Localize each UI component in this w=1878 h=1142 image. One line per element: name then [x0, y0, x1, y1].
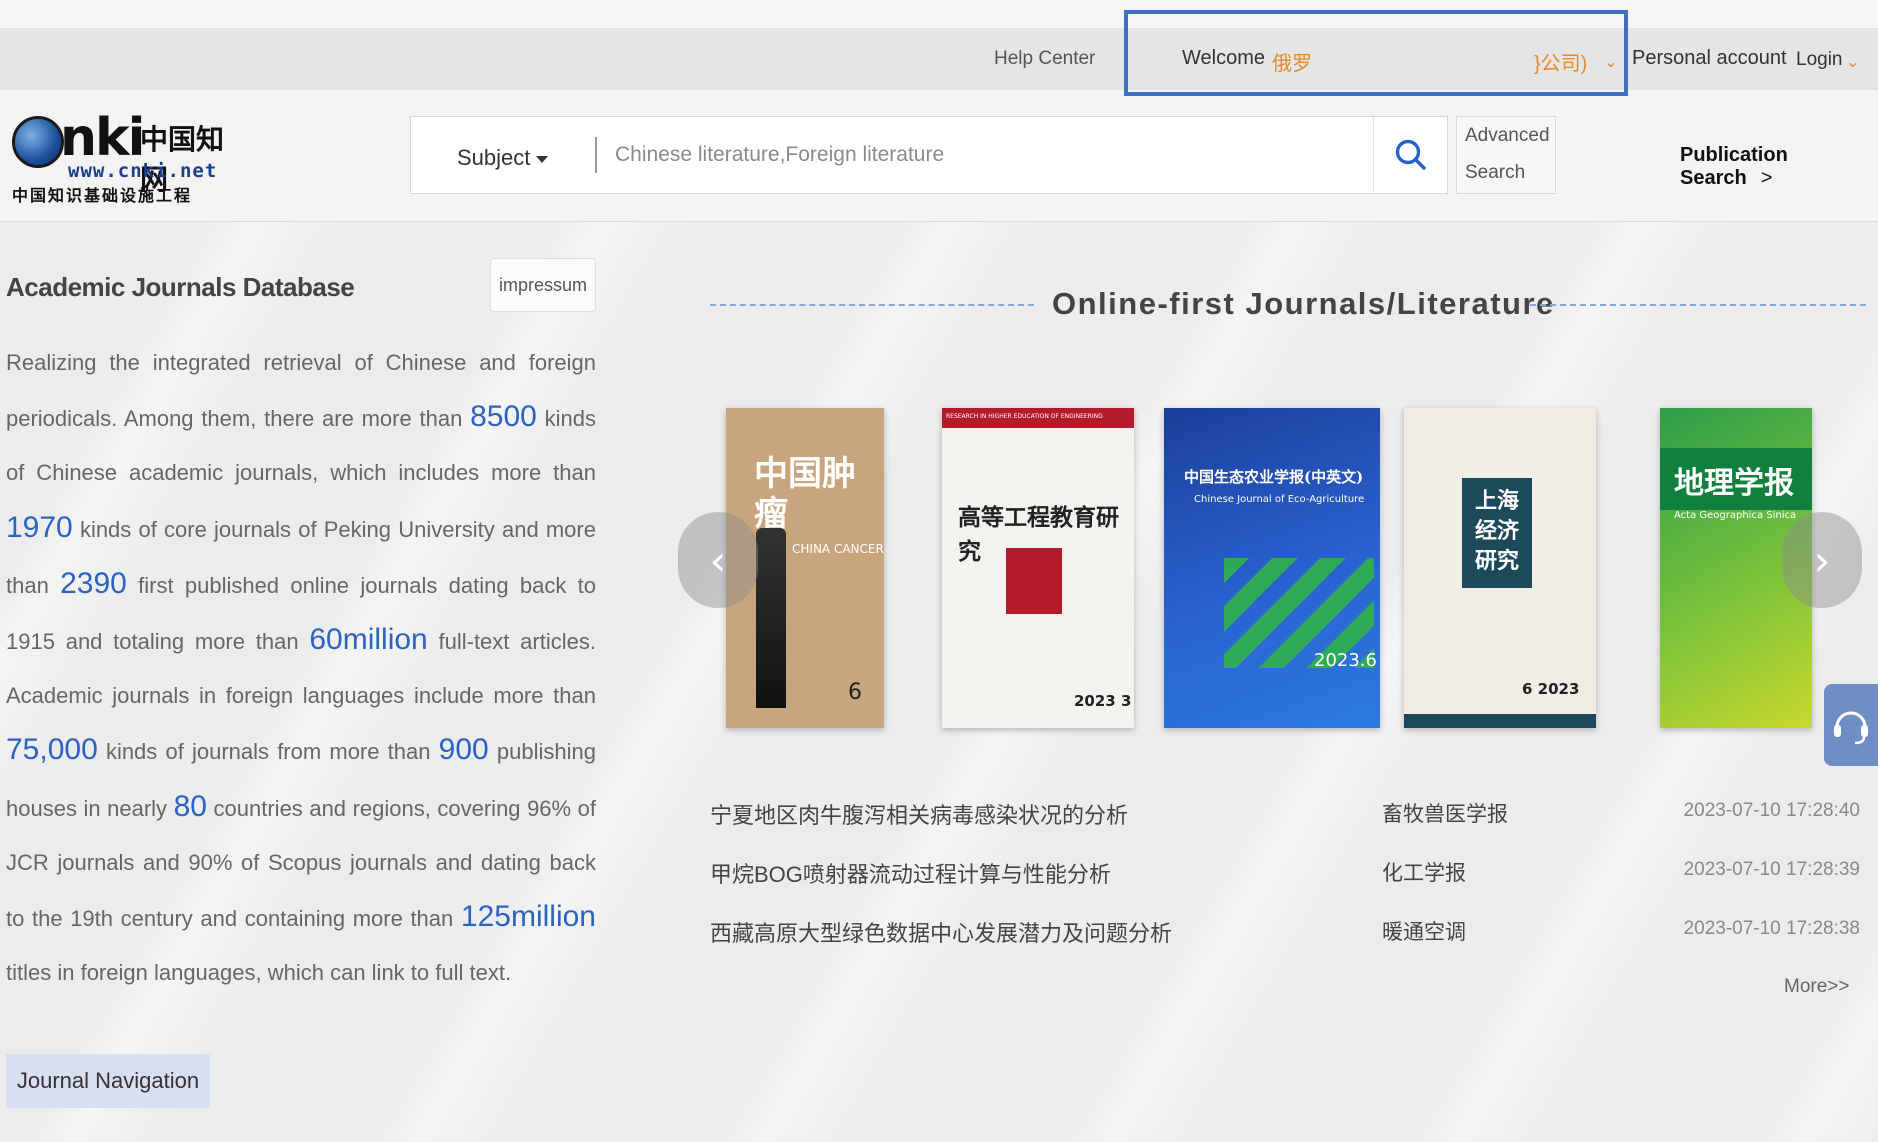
- cover-issue: 6 2023: [1522, 680, 1580, 698]
- more-articles-link[interactable]: More>>: [1784, 976, 1849, 998]
- article-date: 2023-07-10 17:28:40: [1683, 800, 1860, 821]
- cover-emblem: [1006, 548, 1062, 614]
- cover-title: 中国肿瘤: [754, 454, 856, 534]
- online-first-title: Online-first Journals/Literature: [1052, 286, 1555, 321]
- list-item: 宁夏地区肉牛腹泻相关病毒感染状况的分析 畜牧兽医学报 2023-07-10 17…: [710, 790, 1860, 849]
- dashed-divider-left: [710, 304, 1034, 306]
- cover-subtitle: RESEARCH IN HIGHER EDUCATION OF ENGINEER…: [946, 413, 1103, 420]
- database-description: Realizing the integrated retrieval of Ch…: [6, 336, 596, 1000]
- journal-cover[interactable]: 中国生态农业学报(中英文) Chinese Journal of Eco-Agr…: [1164, 408, 1380, 728]
- caret-down-icon: [536, 155, 549, 163]
- login-link[interactable]: Login: [1796, 49, 1843, 71]
- cover-subtitle: CHINA CANCER: [792, 542, 884, 556]
- cover-subtitle: Acta Geographica Sinica: [1674, 510, 1797, 521]
- dashed-divider-right: [1530, 304, 1866, 306]
- database-title: Academic Journals Database: [6, 272, 355, 302]
- advanced-search-button[interactable]: Advanced Search: [1456, 116, 1556, 194]
- journal-cover[interactable]: RESEARCH IN HIGHER EDUCATION OF ENGINEER…: [942, 408, 1134, 728]
- search-icon: [1395, 139, 1426, 170]
- advanced-search-line2: Search: [1465, 162, 1526, 183]
- cover-title: 上海经济研究: [1474, 488, 1519, 574]
- impressum-button[interactable]: impressum: [490, 258, 596, 312]
- desc-number-7: 80: [173, 789, 207, 823]
- desc-text-9: titles in foreign languages, which can l…: [6, 960, 512, 986]
- desc-text-6: kinds of journals from more than: [105, 739, 431, 765]
- cover-footer-band: [1404, 714, 1596, 728]
- desc-number-6: 900: [438, 733, 489, 767]
- journal-cover-carousel: 中国肿瘤 CHINA CANCER 6 RESEARCH IN HIGHER E…: [678, 404, 1878, 734]
- cnki-logo[interactable]: nki 中国知网 www.cnki.net 中国知识基础设施工程: [12, 108, 248, 206]
- cover-issue: 2023.6: [1314, 650, 1377, 671]
- welcome-highlight-box: [1124, 10, 1628, 96]
- article-journal-link[interactable]: 暖通空调: [1382, 916, 1466, 946]
- desc-number-8: 125million: [460, 900, 596, 934]
- journal-cover[interactable]: 上海经济研究 6 2023: [1404, 408, 1596, 728]
- article-title-link[interactable]: 宁夏地区肉牛腹泻相关病毒感染状况的分析: [710, 798, 1128, 830]
- article-date: 2023-07-10 17:28:39: [1683, 859, 1860, 880]
- cover-issue: 6: [848, 680, 862, 705]
- personal-account-link[interactable]: Personal account: [1632, 47, 1787, 70]
- cover-issue: 2023 3: [1074, 692, 1132, 710]
- list-item: 甲烷BOG喷射器流动过程计算与性能分析 化工学报 2023-07-10 17:2…: [710, 849, 1860, 908]
- article-list: 宁夏地区肉牛腹泻相关病毒感染状况的分析 畜牧兽医学报 2023-07-10 17…: [710, 790, 1860, 967]
- customer-support-button[interactable]: [1824, 684, 1878, 766]
- headset-icon: [1834, 711, 1868, 745]
- advanced-search-line1: Advanced: [1465, 125, 1550, 146]
- desc-number-2: 1970: [6, 510, 73, 544]
- chevron-right-icon: >: [1760, 167, 1773, 189]
- cover-title: 地理学报: [1674, 466, 1794, 501]
- cover-tower-graphic: [756, 528, 786, 708]
- article-date: 2023-07-10 17:28:38: [1683, 918, 1860, 939]
- subject-dropdown[interactable]: Subject: [457, 145, 549, 171]
- help-center-link[interactable]: Help Center: [994, 48, 1095, 70]
- logo-wordmark: nki: [60, 108, 145, 168]
- globe-icon: [12, 116, 64, 168]
- article-journal-link[interactable]: 化工学报: [1382, 857, 1466, 887]
- login-chevron-down-icon[interactable]: ⌄: [1846, 52, 1859, 72]
- cover-subtitle: Chinese Journal of Eco-Agriculture: [1194, 494, 1365, 505]
- desc-number-4: 60million: [309, 623, 428, 657]
- carousel-prev-button[interactable]: ‹: [678, 512, 758, 608]
- search-box: Subject: [410, 116, 1448, 194]
- article-title-link[interactable]: 甲烷BOG喷射器流动过程计算与性能分析: [710, 857, 1111, 889]
- logo-subtitle: 中国知识基础设施工程: [12, 186, 193, 205]
- logo-url: www.cnki.net: [68, 160, 218, 182]
- search-button[interactable]: [1373, 117, 1447, 193]
- publication-search-link[interactable]: Publication Search >: [1680, 144, 1878, 190]
- desc-number-3: 2390: [60, 566, 127, 600]
- online-first-header: Online-first Journals/Literature: [710, 282, 1866, 326]
- list-item: 西藏高原大型绿色数据中心发展潜力及问题分析 暖通空调 2023-07-10 17…: [710, 908, 1860, 967]
- desc-number-1: 8500: [470, 400, 537, 434]
- desc-number-5: 75,000: [6, 733, 98, 767]
- search-divider: [595, 137, 597, 173]
- subject-label: Subject: [457, 145, 531, 170]
- cover-title: 中国生态农业学报(中英文): [1184, 468, 1364, 486]
- article-journal-link[interactable]: 畜牧兽医学报: [1382, 798, 1508, 828]
- search-input[interactable]: [615, 133, 1355, 177]
- carousel-next-button[interactable]: ›: [1782, 512, 1862, 608]
- journal-navigation-button[interactable]: Journal Navigation: [6, 1054, 210, 1108]
- article-title-link[interactable]: 西藏高原大型绿色数据中心发展潜力及问题分析: [710, 916, 1172, 948]
